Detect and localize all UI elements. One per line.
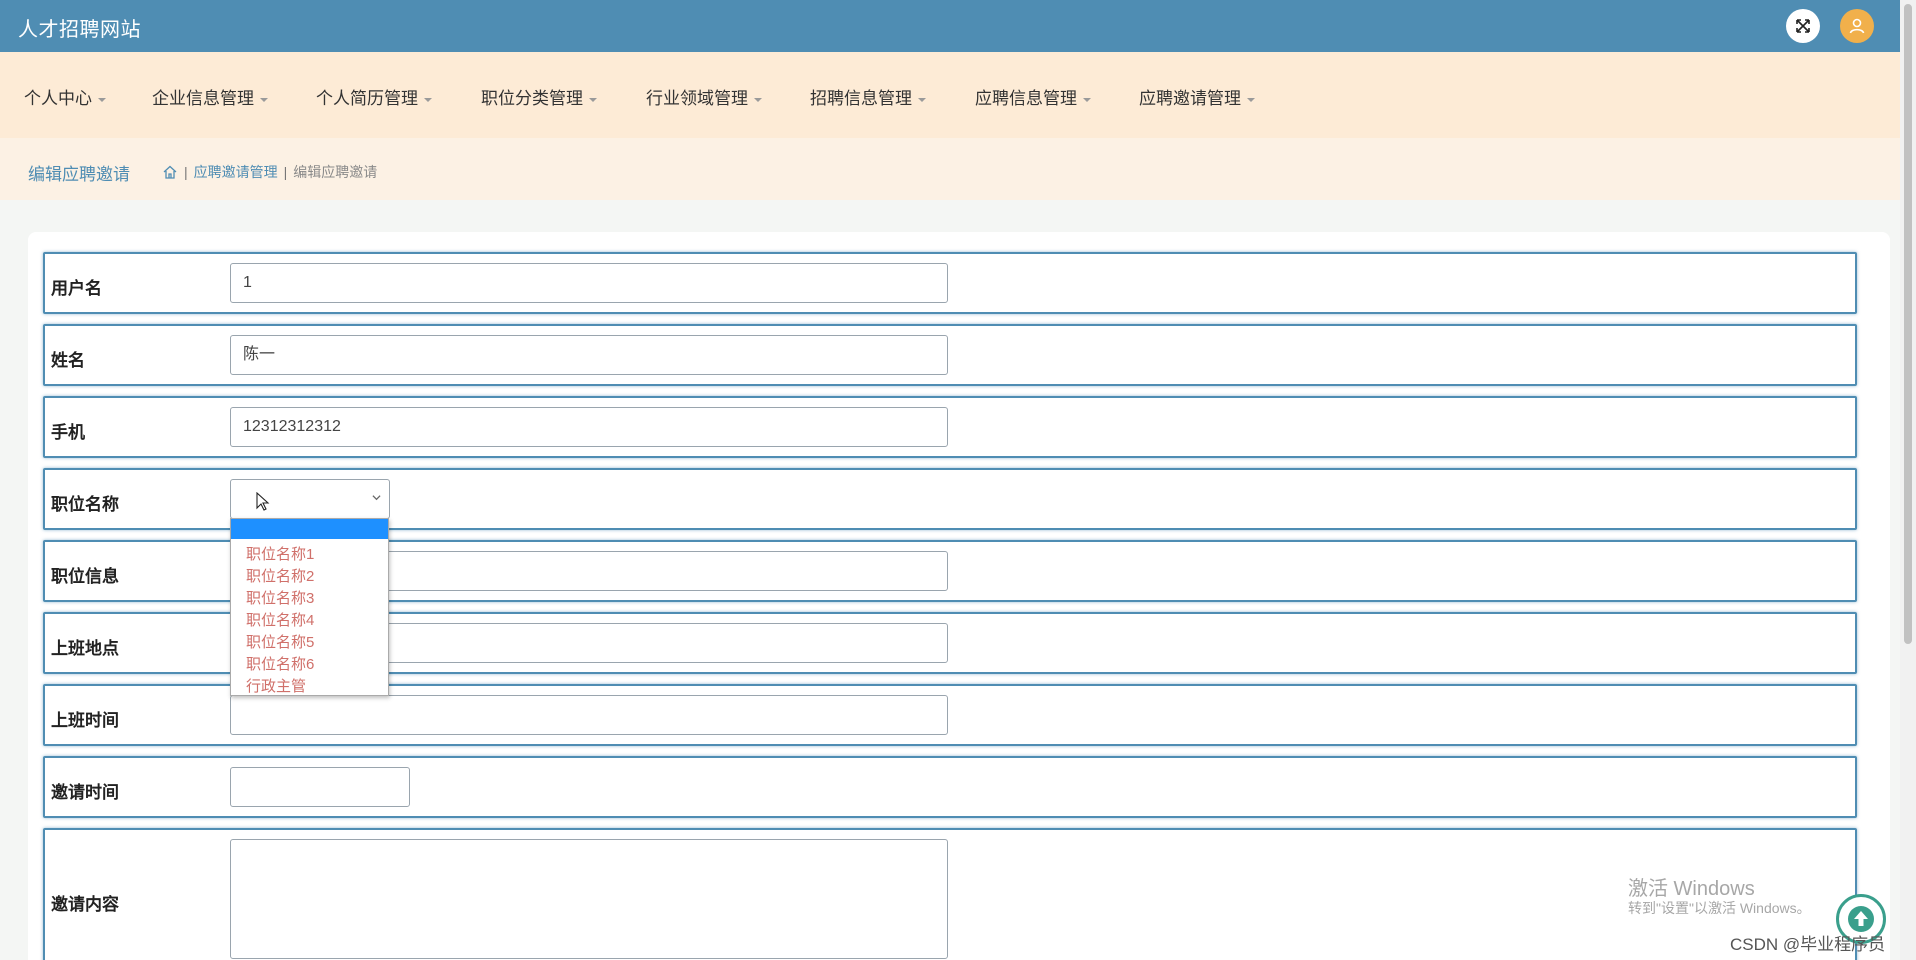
dropdown-option[interactable]: 职位名称2 [231,566,388,588]
dropdown-option[interactable]: 职位名称6 [231,654,388,676]
top-bar: 人才招聘网站 [0,0,1900,52]
breadcrumb-separator: | [184,164,188,180]
dropdown-option[interactable]: 职位名称5 [231,632,388,654]
page-title: 编辑应聘邀请 [28,165,130,184]
invite-time-label: 邀请时间 [51,783,119,802]
name-label: 姓名 [51,351,85,370]
csdn-watermark: CSDN @毕业程序员 [1730,935,1886,954]
main-nav: 个人中心 企业信息管理 个人简历管理 职位分类管理 行业领域管理 招聘信息管理 … [0,52,1900,138]
nav-item-position-category[interactable]: 职位分类管理 [481,84,597,109]
position-name-label: 职位名称 [51,495,119,514]
caret-down-icon [98,97,106,102]
caret-down-icon [1247,97,1255,102]
mouse-cursor-icon [256,492,270,511]
dropdown-option[interactable]: 职位名称4 [231,610,388,632]
caret-down-icon [918,97,926,102]
nav-item-industry[interactable]: 行业领域管理 [646,84,762,109]
position-info-label: 职位信息 [51,567,119,586]
breadcrumb-current: 编辑应聘邀请 [293,164,378,180]
position-name-select[interactable] [230,479,390,519]
caret-down-icon [260,97,268,102]
caret-down-icon [424,97,432,102]
nav-item-personal-center[interactable]: 个人中心 [24,84,106,109]
dropdown-option[interactable]: 职位名称1 [231,544,388,566]
caret-down-icon [589,97,597,102]
form-row-username: 用户名 1 [43,252,1857,314]
invite-content-label: 邀请内容 [51,895,119,914]
work-time-input[interactable] [230,695,948,735]
breadcrumb: | 应聘邀请管理 | 编辑应聘邀请 [162,162,377,182]
caret-down-icon [754,97,762,102]
name-input[interactable]: 陈一 [230,335,948,375]
invite-content-textarea[interactable] [230,839,948,959]
work-location-label: 上班地点 [51,639,119,658]
dropdown-option-empty[interactable] [231,519,388,539]
app-title: 人才招聘网站 [18,19,141,41]
breadcrumb-parent[interactable]: 应聘邀请管理 [194,162,278,182]
fullscreen-icon [1796,19,1810,33]
username-input[interactable]: 1 [230,263,948,303]
page-scrollbar[interactable] [1900,0,1916,960]
caret-down-icon [1083,97,1091,102]
dropdown-option[interactable]: 行政主管 [231,676,388,698]
dropdown-option[interactable]: 职位名称3 [231,588,388,610]
position-name-dropdown: 职位名称1 职位名称2 职位名称3 职位名称4 职位名称5 职位名称6 行政主管 [230,518,389,696]
form-row-invite-content: 邀请内容 [43,828,1857,960]
windows-activation-subtitle: 转到"设置"以激活 Windows。 [1628,900,1811,916]
scrollbar-thumb[interactable] [1904,4,1912,644]
username-label: 用户名 [51,279,102,298]
breadcrumb-bar: 编辑应聘邀请 | 应聘邀请管理 | 编辑应聘邀请 [0,138,1900,200]
form-row-invite-time: 邀请时间 [43,756,1857,818]
fullscreen-button[interactable] [1786,9,1820,43]
nav-item-invitation[interactable]: 应聘邀请管理 [1139,84,1255,109]
invite-time-input[interactable] [230,767,410,807]
chevron-down-icon [372,495,381,501]
nav-item-company-info[interactable]: 企业信息管理 [152,84,268,109]
work-time-label: 上班时间 [51,711,119,730]
nav-item-recruitment[interactable]: 招聘信息管理 [810,84,926,109]
home-icon[interactable] [162,164,178,180]
nav-item-resume[interactable]: 个人简历管理 [316,84,432,109]
phone-input[interactable]: 12312312312 [230,407,948,447]
user-avatar-button[interactable] [1840,9,1874,43]
form-row-phone: 手机 12312312312 [43,396,1857,458]
form-row-name: 姓名 陈一 [43,324,1857,386]
phone-label: 手机 [51,423,85,442]
nav-item-application[interactable]: 应聘信息管理 [975,84,1091,109]
breadcrumb-separator: | [283,164,288,180]
windows-activation-title: 激活 Windows [1628,878,1755,900]
user-icon [1849,18,1865,34]
